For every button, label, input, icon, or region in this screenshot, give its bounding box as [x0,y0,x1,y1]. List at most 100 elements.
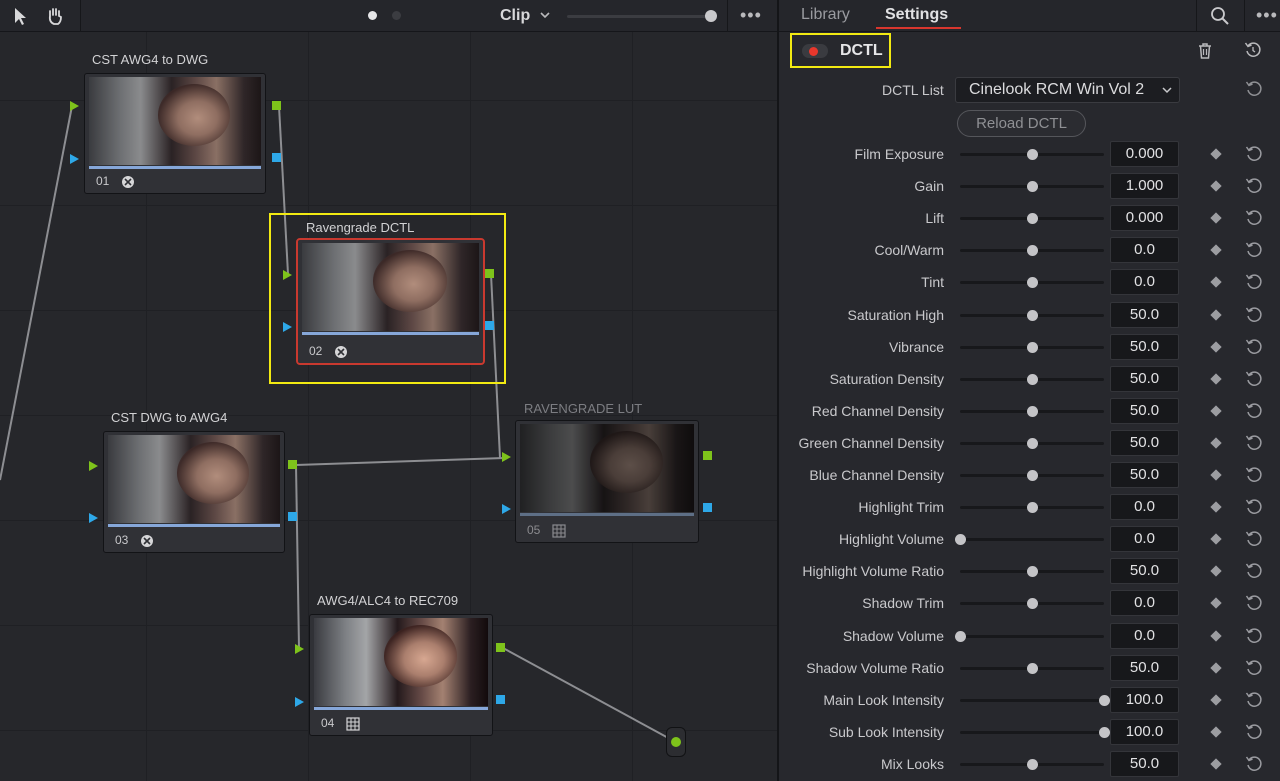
param-slider-handle[interactable] [1027,245,1038,256]
reset-icon[interactable] [1245,273,1263,291]
reset-icon[interactable] [1245,80,1263,98]
reset-icon[interactable] [1245,434,1263,452]
keyframe-diamond-icon[interactable] [1210,630,1222,642]
keyframe-diamond-icon[interactable] [1210,726,1222,738]
output-node[interactable] [666,727,686,757]
param-value-field[interactable]: 100.0 [1110,687,1179,713]
param-slider-handle[interactable] [955,534,966,545]
param-value-field[interactable]: 1.000 [1110,173,1179,199]
node-01[interactable]: 01 [84,73,266,194]
param-slider-track[interactable] [960,635,1104,638]
param-value-field[interactable]: 50.0 [1110,334,1179,360]
param-value-field[interactable]: 50.0 [1110,302,1179,328]
param-slider-handle[interactable] [1027,566,1038,577]
keyframe-diamond-icon[interactable] [1210,694,1222,706]
more-options-icon[interactable]: ••• [1256,6,1278,24]
keyframe-diamond-icon[interactable] [1210,437,1222,449]
alpha-output-port[interactable] [288,512,297,521]
param-slider-handle[interactable] [1027,181,1038,192]
param-value-field[interactable]: 50.0 [1110,558,1179,584]
param-slider-handle[interactable] [1027,374,1038,385]
keyframe-diamond-icon[interactable] [1210,212,1222,224]
reset-icon[interactable] [1245,627,1263,645]
keyframe-diamond-icon[interactable] [1210,309,1222,321]
node-03[interactable]: 03 [103,431,285,553]
trash-icon[interactable] [1197,42,1213,60]
chevron-down-icon[interactable] [538,8,552,22]
node-04[interactable]: 04 [309,614,493,736]
rgb-input-port[interactable] [89,461,98,471]
keyframe-diamond-icon[interactable] [1210,148,1222,160]
tab-library[interactable]: Library [801,6,850,24]
param-slider-handle[interactable] [1027,310,1038,321]
keyframe-diamond-icon[interactable] [1210,276,1222,288]
param-slider-handle[interactable] [1099,727,1110,738]
keyframe-diamond-icon[interactable] [1210,565,1222,577]
reset-icon[interactable] [1245,241,1263,259]
param-slider-handle[interactable] [1027,213,1038,224]
param-slider-handle[interactable] [1027,470,1038,481]
param-value-field[interactable]: 50.0 [1110,430,1179,456]
param-slider-handle[interactable] [1027,502,1038,513]
reset-icon[interactable] [1245,306,1263,324]
reset-icon[interactable] [1245,562,1263,580]
alpha-input-port[interactable] [295,697,304,707]
param-value-field[interactable]: 50.0 [1110,655,1179,681]
alpha-input-port[interactable] [502,504,511,514]
param-slider-track[interactable] [960,538,1104,541]
keyframe-diamond-icon[interactable] [1210,469,1222,481]
page-dot[interactable] [392,11,401,20]
param-slider-handle[interactable] [955,631,966,642]
reset-icon[interactable] [1245,498,1263,516]
keyframe-diamond-icon[interactable] [1210,341,1222,353]
alpha-input-port[interactable] [70,154,79,164]
alpha-output-port[interactable] [485,321,494,330]
reset-icon[interactable] [1245,177,1263,195]
hand-icon[interactable] [45,6,65,26]
keyframe-diamond-icon[interactable] [1210,533,1222,545]
rgb-output-port[interactable] [288,460,297,469]
reset-icon[interactable] [1245,659,1263,677]
rgb-output-port[interactable] [703,451,712,460]
param-value-field[interactable]: 50.0 [1110,398,1179,424]
param-value-field[interactable]: 0.0 [1110,590,1179,616]
param-value-field[interactable]: 50.0 [1110,366,1179,392]
rgb-input-port[interactable] [70,101,79,111]
param-slider-handle[interactable] [1027,406,1038,417]
pointer-icon[interactable] [11,6,31,26]
reset-icon[interactable] [1245,145,1263,163]
param-value-field[interactable]: 50.0 [1110,462,1179,488]
zoom-slider-handle[interactable] [705,10,717,22]
reset-icon[interactable] [1245,338,1263,356]
param-slider-track[interactable] [960,699,1104,702]
reload-dctl-button[interactable]: Reload DCTL [957,110,1086,137]
param-slider-handle[interactable] [1027,438,1038,449]
dctl-enable-toggle[interactable] [802,44,828,58]
keyframe-diamond-icon[interactable] [1210,244,1222,256]
tab-settings[interactable]: Settings [885,6,948,24]
rgb-input-port[interactable] [502,452,511,462]
param-value-field[interactable]: 0.0 [1110,494,1179,520]
param-slider-track[interactable] [960,731,1104,734]
more-options-icon[interactable]: ••• [740,6,762,24]
output-port[interactable] [671,737,681,747]
param-value-field[interactable]: 0.000 [1110,141,1179,167]
param-slider-handle[interactable] [1099,695,1110,706]
param-value-field[interactable]: 0.0 [1110,623,1179,649]
reset-icon[interactable] [1245,723,1263,741]
param-value-field[interactable]: 0.0 [1110,269,1179,295]
rgb-input-port[interactable] [283,270,292,280]
reset-all-icon[interactable] [1244,41,1262,59]
param-slider-handle[interactable] [1027,663,1038,674]
alpha-input-port[interactable] [283,322,292,332]
reset-icon[interactable] [1245,691,1263,709]
param-slider-handle[interactable] [1027,598,1038,609]
param-value-field[interactable]: 0.0 [1110,526,1179,552]
keyframe-diamond-icon[interactable] [1210,405,1222,417]
reset-icon[interactable] [1245,402,1263,420]
alpha-output-port[interactable] [272,153,281,162]
search-icon[interactable] [1210,6,1230,26]
param-value-field[interactable]: 50.0 [1110,751,1179,777]
reset-icon[interactable] [1245,209,1263,227]
alpha-output-port[interactable] [496,695,505,704]
